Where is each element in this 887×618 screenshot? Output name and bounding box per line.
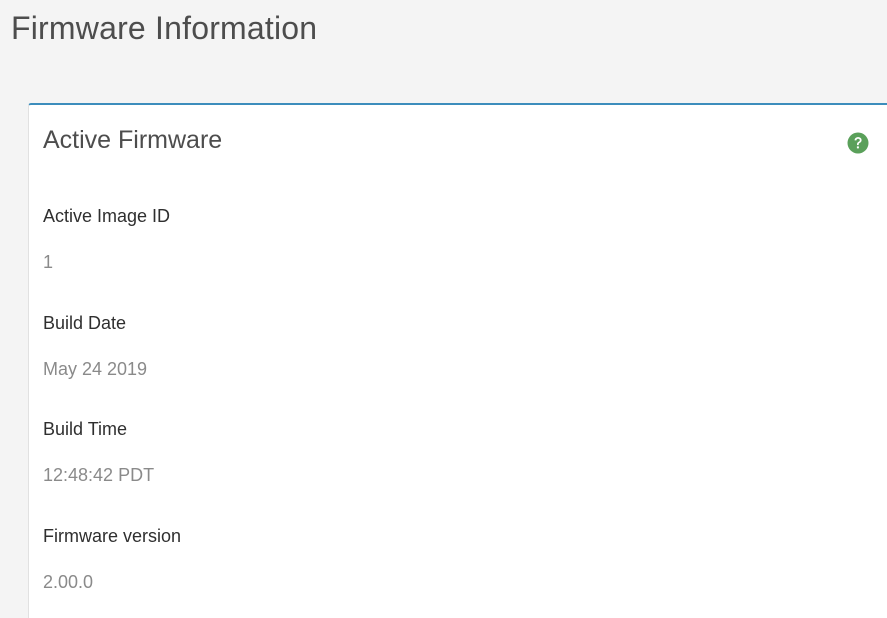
question-circle-icon[interactable] [847,132,869,154]
firmware-version-value: 2.00.0 [43,572,94,592]
active-image-id-label: Active Image ID [43,206,171,226]
build-date-value: May 24 2019 [43,359,148,379]
build-date-label: Build Date [43,313,127,333]
active-firmware-panel: Active Firmware Active Image ID 1 Build … [28,103,887,618]
build-time-label: Build Time [43,419,128,439]
page-title: Firmware Information [11,10,318,46]
build-time-value: 12:48:42 PDT [43,465,155,485]
active-image-id-value: 1 [43,252,54,272]
firmware-version-label: Firmware version [43,526,182,546]
panel-title: Active Firmware [43,126,223,154]
